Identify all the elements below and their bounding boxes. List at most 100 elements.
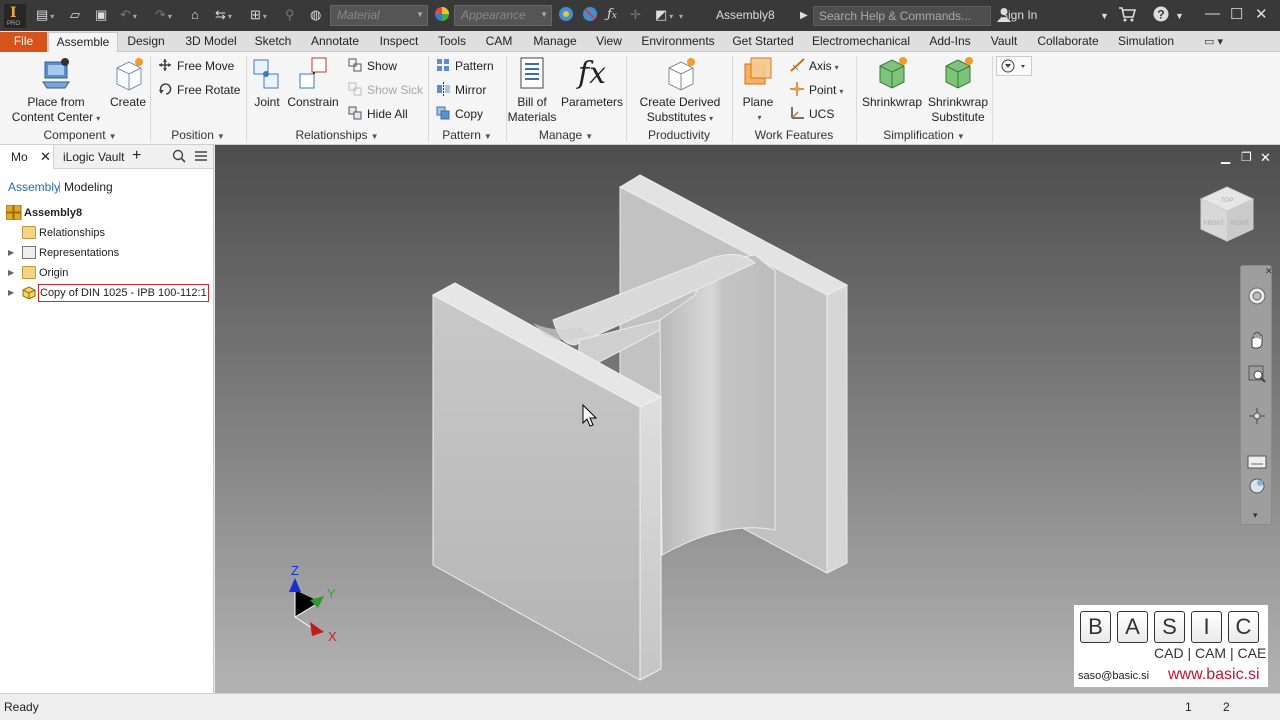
ribbon-display-toggle-icon[interactable]: ▭ ▾ (1204, 35, 1223, 48)
tab-sketch[interactable]: Sketch (251, 32, 295, 52)
tree-root-assembly[interactable]: Assembly8 (0, 204, 210, 222)
viewport-close-icon[interactable]: ✕ (1260, 150, 1271, 166)
place-from-content-center-button[interactable]: Place from Content Center ▾ (10, 56, 102, 126)
shrinkwrap-substitute-button[interactable]: Shrinkwrap Substitute (924, 56, 992, 125)
expand-arrow-icon[interactable]: ▶ (8, 264, 14, 282)
expand-arrow-icon[interactable]: ▶ (8, 284, 14, 302)
sign-in-dropdown-icon[interactable]: ▼ (1100, 8, 1109, 24)
customize-icon[interactable]: ▾ (677, 7, 683, 25)
tab-collaborate[interactable]: Collaborate (1034, 32, 1102, 52)
point-button[interactable]: Point ▾ (790, 81, 843, 99)
full-navigation-icon[interactable] (1247, 476, 1267, 499)
orbit-icon[interactable] (1247, 406, 1267, 429)
fx-icon[interactable]: ƒx (607, 7, 617, 24)
tab-simulation[interactable]: Simulation (1114, 32, 1178, 52)
tab-view[interactable]: View (592, 32, 626, 52)
show-constraints-button[interactable]: Show (348, 57, 397, 75)
modeling-view-link[interactable]: Modeling (64, 180, 113, 194)
relationships-panel-label[interactable]: Relationships ▼ (246, 128, 428, 142)
tab-3d-model[interactable]: 3D Model (180, 32, 242, 52)
home-icon[interactable]: ⌂ (191, 7, 199, 23)
tab-environments[interactable]: Environments (639, 32, 717, 52)
save-icon[interactable]: ▣ (95, 7, 107, 23)
appearance-dropdown[interactable]: Appearance ▼ (454, 5, 552, 26)
ilogic-icon[interactable]: ◩ ▾ (655, 7, 673, 25)
pattern-button[interactable]: Pattern (436, 57, 494, 75)
navbar-customize-icon[interactable]: ▾ (1253, 510, 1258, 521)
tab-ilogic[interactable]: iLogic (63, 150, 94, 164)
copy-button[interactable]: Copy (436, 105, 483, 123)
plane-button[interactable]: Plane ▾ (738, 56, 778, 125)
parameters-button[interactable]: fx Parameters (560, 56, 624, 110)
tab-vault-browser[interactable]: Vault (98, 150, 124, 164)
zoom-icon[interactable] (1247, 364, 1267, 387)
free-rotate-button[interactable]: Free Rotate (158, 81, 240, 99)
show-sick-button[interactable]: Show Sick (348, 81, 423, 99)
measure-icon[interactable]: ⚲ (285, 7, 295, 23)
tab-inspect[interactable]: Inspect (376, 32, 422, 52)
axis-button[interactable]: Axis ▾ (790, 57, 839, 75)
inventor-logo[interactable]: I PRO (4, 4, 26, 28)
clear-appearance-icon[interactable] (582, 6, 598, 26)
constrain-button[interactable]: Constrain (286, 56, 340, 110)
hide-all-button[interactable]: Hide All (348, 105, 408, 123)
viewport-restore-icon[interactable]: ❐ (1241, 150, 1252, 164)
material-icon[interactable]: ◍ (310, 7, 321, 23)
tab-electromechanical[interactable]: Electromechanical (809, 32, 913, 52)
shrinkwrap-button[interactable]: Shrinkwrap (860, 56, 924, 110)
pan-hand-icon[interactable] (1247, 330, 1267, 353)
pattern-panel-label[interactable]: Pattern ▼ (428, 128, 506, 142)
tab-design[interactable]: Design (124, 32, 168, 52)
new-file-icon[interactable]: ▤ ▾ (36, 7, 54, 25)
free-move-button[interactable]: Free Move (158, 57, 234, 75)
tab-file[interactable]: File (0, 32, 47, 52)
help-dropdown-icon[interactable]: ▼ (1175, 8, 1184, 24)
create-component-button[interactable]: Create (108, 56, 148, 110)
tab-add-ins[interactable]: Add-Ins (926, 32, 974, 52)
tab-vault[interactable]: Vault (986, 32, 1022, 52)
simplification-panel-label[interactable]: Simplification ▼ (856, 128, 992, 142)
crosshair-icon[interactable]: ✛ (630, 7, 641, 23)
steering-wheel-icon[interactable] (1247, 286, 1267, 309)
browser-menu-icon[interactable] (194, 149, 208, 166)
minimize-window-icon[interactable]: — (1205, 5, 1220, 22)
undo-icon[interactable]: ↶ ▾ (120, 7, 137, 25)
mirror-button[interactable]: Mirror (436, 81, 486, 99)
update-icon[interactable]: ⇆ ▾ (215, 7, 232, 25)
tab-assemble[interactable]: Assemble (48, 32, 118, 52)
viewport-minimize-icon[interactable]: ▁ (1221, 150, 1230, 164)
tab-annotate[interactable]: Annotate (308, 32, 362, 52)
close-tab-icon[interactable]: ✕ (40, 149, 51, 165)
add-tab-icon[interactable]: + (132, 147, 141, 165)
navbar-close-icon[interactable]: ✕ (1265, 266, 1273, 277)
tab-cam[interactable]: CAM (482, 32, 516, 52)
redo-icon[interactable]: ↷ ▾ (155, 7, 172, 25)
browser-search-icon[interactable] (172, 149, 186, 166)
material-dropdown[interactable]: Material ▼ (330, 5, 428, 26)
tree-item-ipb-part[interactable]: ▶ Copy of DIN 1025 - IPB 100-112:1 (0, 284, 210, 302)
help-icon[interactable]: ? (1153, 6, 1169, 26)
maximize-window-icon[interactable]: ☐ (1230, 5, 1243, 23)
close-window-icon[interactable]: ✕ (1255, 5, 1268, 23)
look-at-icon[interactable] (1247, 452, 1267, 475)
tab-get-started[interactable]: Get Started (730, 32, 796, 52)
open-folder-icon[interactable]: ▱ (70, 7, 80, 23)
tree-item-origin[interactable]: ▶ Origin (0, 264, 210, 282)
create-derived-substitutes-button[interactable]: Create Derived Substitutes ▾ (632, 56, 728, 126)
cart-icon[interactable] (1118, 6, 1137, 26)
ucs-button[interactable]: UCS (790, 105, 834, 123)
tab-manage[interactable]: Manage (530, 32, 580, 52)
sign-in-button[interactable]: Sign In (1000, 8, 1037, 22)
select-icon[interactable]: ⊞ ▾ (250, 7, 267, 25)
manage-panel-label[interactable]: Manage ▼ (506, 128, 626, 142)
appearance-icon[interactable] (434, 6, 450, 26)
position-panel-label[interactable]: Position ▼ (150, 128, 246, 142)
tab-tools[interactable]: Tools (434, 32, 470, 52)
view-cube[interactable]: TOP FRONT RIGHT (1197, 183, 1257, 250)
joint-button[interactable]: Joint (248, 56, 286, 110)
adjust-appearance-icon[interactable] (558, 6, 574, 26)
tab-model[interactable]: Mo (11, 150, 28, 164)
tree-item-representations[interactable]: ▶ Representations (0, 244, 210, 262)
tree-item-relationships[interactable]: Relationships (0, 224, 210, 242)
ribbon-overflow-button[interactable] (996, 56, 1032, 76)
